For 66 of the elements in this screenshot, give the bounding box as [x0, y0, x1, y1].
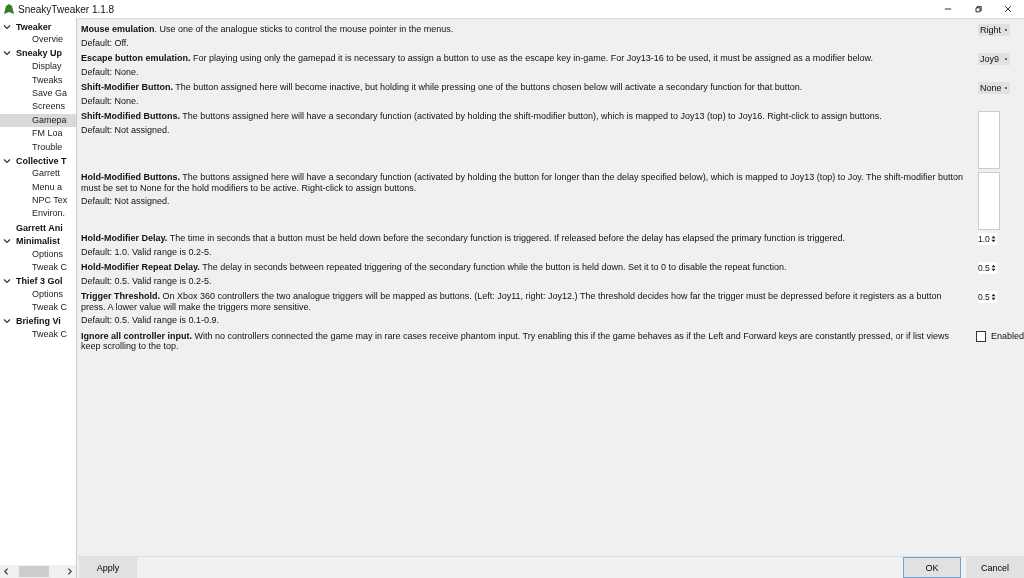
tree-item[interactable]: Minimalist	[0, 234, 76, 248]
default-note: Default: 0.5. Valid range is 0.2-5.	[81, 274, 213, 288]
chevron-down-icon[interactable]	[3, 236, 11, 245]
tree-item[interactable]: Briefing Vi	[0, 314, 76, 328]
default-note: Default: None.	[81, 65, 140, 79]
setting-description: Hold-Modifier Delay. The time in seconds that a button must be held down before the secondary function is triggered. If released before the delay has elapsed the primary function is triggered.	[81, 232, 847, 244]
tree-item[interactable]: Options	[0, 247, 76, 262]
setting-description: Mouse emulation. Use one of the analogue sticks to control the mouse pointer in the menus.	[81, 23, 455, 35]
chevron-down-icon[interactable]	[3, 49, 11, 58]
checkbox-label: Enabled	[990, 331, 1024, 341]
setting-description: Ignore all controller input. With no controllers connected the game may in rare cases receive phantom input. Try enabling this if the game behaves as if the Left and Forward keys are constantly pressed, or if list views keep scrolling to the top.	[81, 329, 950, 352]
tree-item[interactable]: Save Ga	[0, 86, 76, 101]
chevron-down-icon[interactable]	[3, 22, 11, 31]
tree-item[interactable]: Screens	[0, 100, 76, 114]
dropdown[interactable]: Right	[978, 24, 1010, 36]
tree-item[interactable]: FM Loa	[0, 127, 76, 141]
dropdown[interactable]: Joy9	[978, 53, 1010, 65]
chevron-down-icon[interactable]	[3, 156, 11, 165]
app-icon	[3, 3, 15, 15]
tree-item[interactable]: Collective T	[0, 153, 76, 168]
tree-item[interactable]: Garrett Ani	[0, 220, 76, 235]
chevron-down-icon[interactable]	[3, 277, 11, 286]
minimize-icon[interactable]	[944, 5, 952, 13]
cancel-button[interactable]: Cancel	[966, 557, 1024, 578]
setting-description: Hold-Modifier Repeat Delay. The delay in seconds between repeated triggering of the secondary function while the button is held down. Set it to 0 to disable the repeat function.	[81, 261, 788, 273]
tree-item[interactable]: Sneaky Up	[0, 46, 76, 61]
window-title: SneakyTweaker 1.1.8	[18, 3, 115, 15]
spin-box[interactable]: 1.0	[978, 233, 997, 245]
restore-icon[interactable]	[974, 5, 982, 13]
scrollbar[interactable]	[0, 565, 76, 578]
spin-box[interactable]: 0.5	[978, 291, 997, 303]
tree-item[interactable]: Garrett	[0, 167, 76, 181]
tree-item[interactable]: Overvie	[0, 33, 76, 47]
default-note: Default: 1.0. Valid range is 0.2-5.	[81, 245, 213, 259]
scroll-right-icon[interactable]	[65, 567, 74, 576]
default-note: Default: Off.	[81, 36, 130, 50]
spin-box[interactable]: 0.5	[978, 262, 997, 274]
default-note: Default: None.	[81, 94, 140, 108]
apply-button[interactable]: Apply	[79, 557, 137, 578]
setting-description: Escape button emulation. For playing using only the gamepad it is necessary to assign a button to use as the escape key in-game. For Joy13-16 to be used, it must be assigned as a modifier below.	[81, 52, 874, 64]
tree-item[interactable]: Tweak C	[0, 328, 76, 342]
tree-item[interactable]: Tweaker	[0, 20, 76, 34]
tree-item[interactable]: Thief 3 Gol	[0, 274, 76, 288]
tree-item[interactable]: Display	[0, 60, 76, 74]
default-note: Default: Not assigned.	[81, 195, 171, 208]
tree-item[interactable]: Tweak C	[0, 261, 76, 275]
setting-description: Trigger Threshold. On Xbox 360 controllers the two analogue triggers will be mapped as buttons. (Left: Joy11, right: Joy12.) The threshold decides how far the trigger must be depressed before it registers as a button press. A lower value will make the triggers more sensitive.	[81, 290, 943, 312]
setting-description: Hold-Modified Buttons. The buttons assigned here will have a secondary function (activated by holding the button for longer than the delay specified below), which is mapped to Joy13 (top) to Joy. The shift-modifier button must be set to None for the hold modifiers to be active. Right-click to assign buttons.	[81, 171, 964, 193]
scroll-left-icon[interactable]	[2, 567, 11, 576]
tree-item[interactable]: Gamepa	[0, 113, 76, 128]
ok-button[interactable]: OK	[903, 557, 961, 578]
setting-description: Shift-Modified Buttons. The buttons assigned here will have a secondary function (activated by holding the shift-modifier button), which is mapped to Joy13 (top) to Joy16. Right-click to assign buttons.	[81, 110, 883, 122]
checkbox[interactable]	[976, 330, 986, 342]
dropdown[interactable]: None	[978, 82, 1010, 94]
tree-item[interactable]: Tweaks	[0, 73, 76, 87]
tree-item[interactable]: Tweak C	[0, 301, 76, 315]
default-note: Default: Not assigned.	[81, 123, 171, 137]
tree-item[interactable]: NPC Tex	[0, 194, 76, 208]
default-note: Default: 0.5. Valid range is 0.1-0.9.	[81, 314, 220, 327]
tree-item[interactable]: Environ.	[0, 207, 76, 221]
setting-description: Shift-Modifier Button. The button assigned here will become inactive, but holding it while pressing one of the buttons chosen below will activate a secondary function for that button.	[81, 81, 804, 93]
chevron-down-icon[interactable]	[3, 317, 11, 326]
close-icon[interactable]	[1004, 5, 1012, 13]
tree-item[interactable]: Options	[0, 287, 76, 302]
tree-item[interactable]: Trouble	[0, 140, 76, 154]
tree-item[interactable]: Menu a	[0, 180, 76, 195]
